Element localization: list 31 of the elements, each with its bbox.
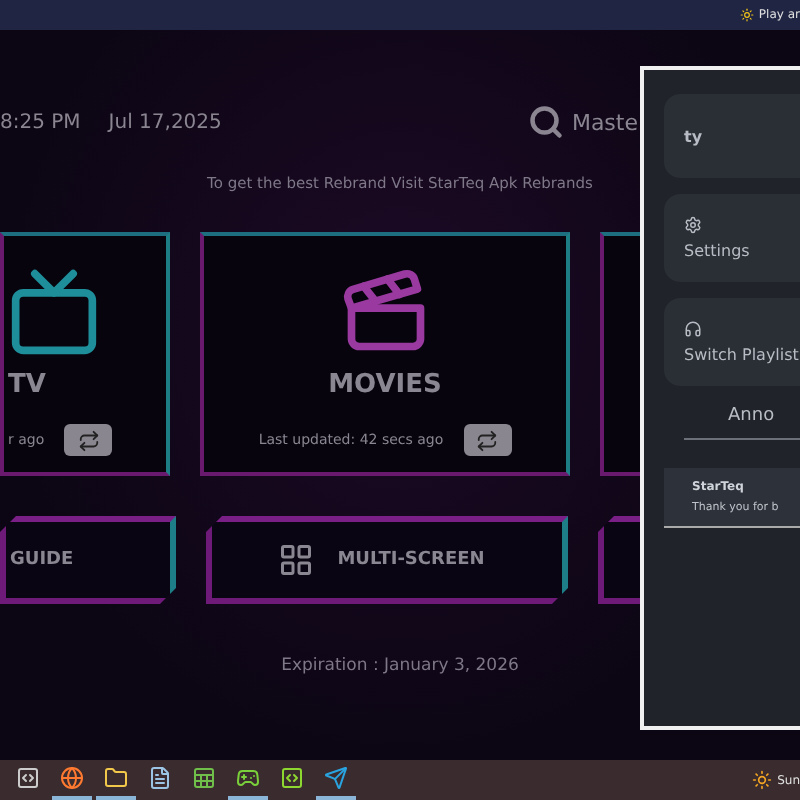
app-icon[interactable] [16,766,40,790]
time-text: 8:25 PM [0,111,81,133]
search-icon[interactable] [527,104,564,140]
date-text: Jul 17,2025 [108,111,222,133]
refresh-button[interactable] [463,424,512,456]
app-icon[interactable] [280,766,304,790]
announcements-title: Anno [684,402,800,440]
menu-button[interactable]: GUIDE [0,516,176,604]
card-title: MOVIES [328,370,442,400]
refresh-icon [476,429,499,451]
expiration-text: Expiration : January 3, 2026 [281,656,519,676]
drawer-item[interactable]: Settings [664,194,800,282]
refresh-button[interactable] [64,424,113,456]
refresh-icon [77,429,100,451]
sun-icon [740,8,755,22]
grid-icon [277,542,314,578]
app-icon[interactable] [60,766,84,790]
sun-icon [751,770,772,790]
settings-icon [684,216,702,234]
headphones-icon [684,320,702,338]
card-title: TV [8,370,46,400]
tv-icon [8,266,100,358]
app-icon[interactable] [236,766,260,790]
app-icon[interactable] [148,766,172,790]
app-icon[interactable] [104,766,128,790]
drawer-item[interactable]: ty [664,94,800,178]
app-icon[interactable] [192,766,216,790]
menu-button[interactable]: MULTI-SCREEN [206,516,568,604]
app-icon[interactable] [324,766,348,790]
search-label[interactable]: Maste [571,109,638,135]
drawer-item[interactable]: Switch Playlist [664,298,800,386]
